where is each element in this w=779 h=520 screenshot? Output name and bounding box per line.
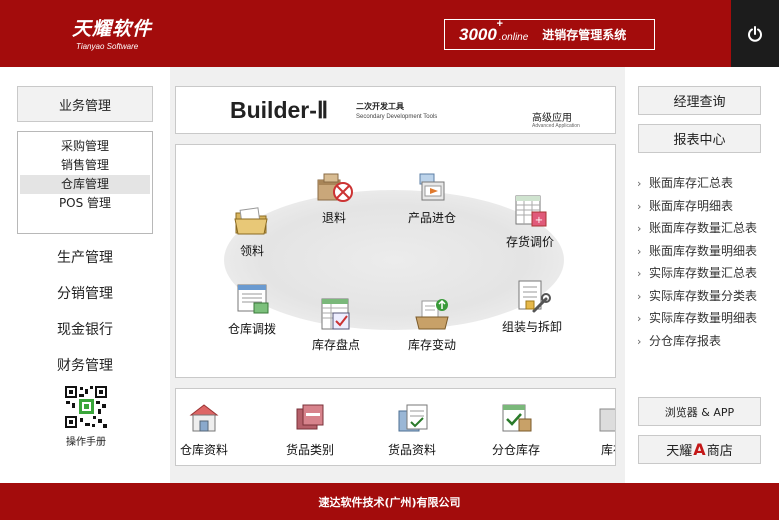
header-bar: 天耀软件 Tianyao Software 3000 + .online 进销存管… [0,0,779,67]
submenu-item-warehouse[interactable]: 仓库管理 [20,175,150,194]
bottom-item-warehouse-data[interactable]: 仓库资料 [180,401,228,458]
basic-data-panel: 仓库资料 货品类别 货品资料 分仓库存 库 [175,388,616,466]
bottom-item-branch-stock[interactable]: 分仓库存 [492,401,540,458]
manager-query-button[interactable]: 经理查询 [638,86,761,115]
report-list: › 账面库存汇总表 › 账面库存明细表 › 账面库存数量汇总表 › 账面库存数量明细表 … [637,172,757,352]
left-sidebar: 业务管理 采购管理 销售管理 仓库管理 POS 管理 生产管理 分销管理 现金银… [0,67,170,483]
menu-item-production[interactable]: 生产管理 [17,247,153,267]
return-material-label: 退料 [321,211,346,225]
builder-banner[interactable]: Builder-Ⅱ 二次开发工具 Secondary Development T… [175,86,616,134]
flow-inventory-reprice[interactable]: + 存货调价 [506,192,554,250]
stock-more-label: 库存 [600,443,615,457]
warehouse-transfer-label: 仓库调拨 [228,322,277,336]
chevron-right-icon: › [637,334,642,348]
product-warehousing-label: 产品进仓 [408,211,457,225]
menu-item-cash-bank[interactable]: 现金银行 [17,319,153,339]
bottom-item-goods-data[interactable]: 货品资料 [388,401,436,458]
browser-app-button[interactable]: 浏览器 & APP [638,397,761,426]
stock-change-label: 库存变动 [408,338,457,352]
builder-subtitle-cn: 二次开发工具 [356,102,404,111]
goods-data-label: 货品资料 [388,443,437,457]
flow-warehouse-transfer[interactable]: 仓库调拨 [228,279,276,337]
chevron-right-icon: › [637,177,642,190]
business-management-button[interactable]: 业务管理 [17,86,153,122]
bottom-item-goods-category[interactable]: 货品类别 [286,401,334,458]
return-material-icon [317,173,353,202]
flow-stock-count[interactable]: 库存盘点 [312,295,360,353]
submenu-item-purchase[interactable]: 采购管理 [20,137,150,156]
report-item[interactable]: › 实际库存数量汇总表 [637,262,757,285]
submenu-item-pos[interactable]: POS 管理 [20,194,150,213]
menu-item-finance[interactable]: 财务管理 [17,355,153,375]
assembly-label: 组装与拆卸 [502,320,563,334]
chevron-right-icon: › [637,199,642,213]
advanced-app-label[interactable]: 高级应用 [532,109,572,124]
warehouse-transfer-icon [237,284,269,314]
bottom-item-stock-more[interactable]: 库存 [594,401,615,458]
brand-logo-en: Tianyao Software [76,42,139,51]
warehouse-data-icon [189,404,219,432]
flow-stock-change[interactable]: 库存变动 [408,295,456,353]
chevron-right-icon: › [637,312,642,325]
assembly-icon [518,280,551,313]
chevron-right-icon: › [637,289,642,303]
product-warehousing-icon [419,173,445,201]
branch-stock-icon [502,404,532,432]
business-submenu: 采购管理 销售管理 仓库管理 POS 管理 [17,131,153,234]
footer-bar: 速达软件技术(广州)有限公司 [0,483,779,520]
report-item[interactable]: › 分仓库存报表 [637,330,757,353]
shop-a-icon: A [693,440,706,459]
builder-subtitle-en: Secondary Development Tools [356,114,438,120]
goods-category-icon [296,404,324,430]
product-title-box: 3000 + .online 进销存管理系统 [444,17,655,50]
menu-item-distribution[interactable]: 分销管理 [17,283,153,303]
warehouse-data-label: 仓库资料 [180,443,229,457]
branch-stock-label: 分仓库存 [492,443,541,457]
power-button[interactable] [731,0,779,67]
pick-material-label: 领料 [239,244,264,258]
product-online: .online [498,32,529,43]
builder-title: Builder-Ⅱ [230,97,329,123]
report-item[interactable]: › 实际库存数量明细表 [637,307,757,330]
chevron-right-icon: › [637,222,642,235]
brand-logo-cn: 天耀软件 [72,18,153,40]
advanced-app-en: Advanced Application [532,123,580,129]
center-panel: Builder-Ⅱ 二次开发工具 Secondary Development T… [170,67,625,483]
tianyao-shop-button[interactable]: 天耀 A 商店 [638,435,761,464]
flow-product-warehousing[interactable]: 产品进仓 [408,168,456,226]
report-item[interactable]: › 账面库存明细表 [637,195,757,218]
goods-category-label: 货品类别 [286,443,335,457]
report-center-button[interactable]: 报表中心 [638,124,761,153]
inventory-reprice-label: 存货调价 [506,235,555,249]
brand-logo: 天耀软件 Tianyao Software [72,14,152,51]
pick-material-icon [234,207,268,235]
flow-pick-material[interactable]: 领料 [232,201,272,259]
stock-more-icon [599,408,615,432]
report-item[interactable]: › 账面库存汇总表 [637,172,757,195]
chevron-right-icon: › [637,267,642,280]
goods-data-icon [398,404,428,432]
shop-prefix: 天耀 [666,444,693,459]
right-sidebar: 经理查询 报表中心 › 账面库存汇总表 › 账面库存明细表 › 账面库存数量汇总表 ›… [625,67,779,483]
company-name: 速达软件技术(广州)有限公司 [318,495,461,509]
product-name: 进销存管理系统 [542,28,627,42]
stock-count-label: 库存盘点 [312,338,361,352]
submenu-item-sales[interactable]: 销售管理 [20,156,150,175]
flow-assembly-disassembly[interactable]: 组装与拆卸 [502,277,562,335]
qr-code-icon[interactable] [64,385,108,429]
manual-label[interactable]: 操作手册 [52,433,120,448]
report-item[interactable]: › 实际库存数量分类表 [637,285,757,308]
shop-suffix: 商店 [706,444,733,459]
chevron-right-icon: › [637,244,642,258]
power-icon [748,25,762,42]
report-item[interactable]: › 账面库存数量明细表 [637,240,757,263]
report-item[interactable]: › 账面库存数量汇总表 [637,217,757,240]
svg-text:+: + [535,215,543,226]
flow-return-material[interactable]: 退料 [314,168,354,226]
inventory-reprice-icon: + [515,195,547,227]
stock-count-icon [321,298,350,330]
warehouse-flow-panel: 退料 产品进仓 领料 + 存货调价 仓库调拨 组装与拆卸 库存盘点 库存变动 [175,144,616,378]
stock-change-icon [415,299,449,330]
product-number: 3000 + [459,17,503,44]
